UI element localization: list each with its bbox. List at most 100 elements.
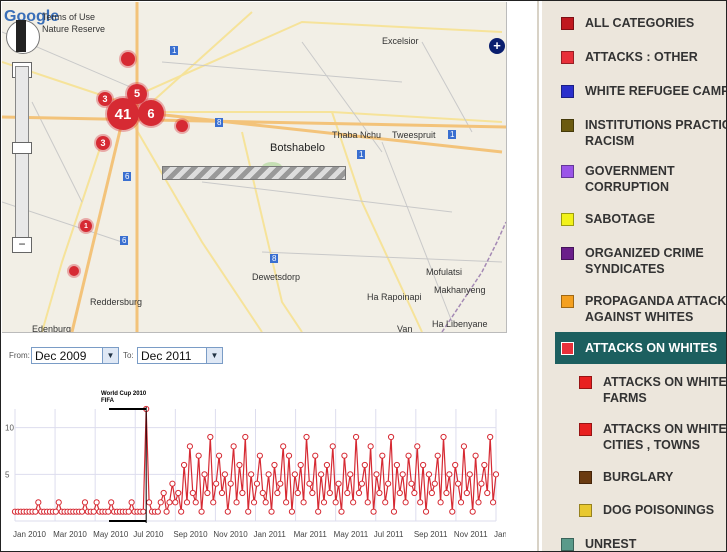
data-point bbox=[414, 443, 421, 450]
category-item[interactable]: ATTACKS : OTHER bbox=[561, 49, 698, 65]
add-map-button[interactable]: + bbox=[489, 38, 505, 54]
date-range-controls: From: Dec 2009 ▼ To: Dec 2011 ▼ bbox=[7, 345, 247, 367]
data-point bbox=[265, 471, 272, 478]
data-point bbox=[393, 461, 400, 469]
category-label: ORGANIZED CRIME SYNDICATES bbox=[585, 246, 704, 276]
data-point bbox=[207, 433, 214, 441]
data-point bbox=[455, 480, 462, 487]
map-view[interactable]: Google Terms of Use Nature Reserve + − +… bbox=[2, 2, 507, 333]
annotation-label: World Cup 2010 bbox=[101, 391, 147, 397]
data-point bbox=[163, 508, 170, 515]
data-point bbox=[373, 471, 380, 478]
data-point bbox=[35, 499, 42, 506]
zoom-slider[interactable] bbox=[15, 66, 29, 246]
route-badge: 1 bbox=[357, 150, 366, 159]
data-point bbox=[224, 508, 231, 515]
data-point bbox=[463, 489, 470, 497]
annotation-label: FIFA bbox=[101, 398, 115, 404]
category-label: PROPAGANDA ATTACKS AGAINST WHITES bbox=[585, 294, 727, 324]
data-point bbox=[189, 489, 196, 497]
category-swatch-icon bbox=[561, 213, 574, 226]
data-point bbox=[166, 499, 173, 506]
data-point bbox=[487, 433, 494, 441]
category-item[interactable]: ATTACKS ON WHITES bbox=[561, 340, 717, 356]
place-label: Van bbox=[397, 324, 413, 333]
place-label: Dewetsdorp bbox=[252, 272, 301, 282]
zoom-out-button[interactable]: − bbox=[12, 237, 32, 253]
data-point bbox=[390, 508, 398, 515]
data-point bbox=[402, 499, 409, 506]
pan-arrows-icon[interactable] bbox=[16, 20, 26, 52]
data-point bbox=[317, 471, 325, 478]
data-point bbox=[358, 480, 366, 487]
category-label: BURGLARY bbox=[603, 470, 674, 484]
to-select[interactable]: Dec 2011 ▼ bbox=[137, 347, 223, 364]
data-point bbox=[248, 471, 255, 478]
category-item[interactable]: BURGLARY bbox=[579, 469, 673, 485]
data-point bbox=[294, 489, 301, 497]
category-item[interactable]: ORGANIZED CRIME SYNDICATES bbox=[561, 245, 704, 277]
category-item[interactable]: GOVERNMENT CORRUPTION bbox=[561, 163, 675, 195]
chevron-down-icon[interactable]: ▼ bbox=[206, 348, 222, 363]
data-point bbox=[452, 461, 459, 469]
data-point bbox=[204, 489, 211, 497]
data-point bbox=[460, 443, 468, 450]
data-point bbox=[312, 452, 319, 459]
data-point bbox=[186, 443, 194, 450]
place-label: Makhanyeng bbox=[434, 285, 486, 295]
data-point bbox=[140, 508, 147, 515]
category-item[interactable]: ALL CATEGORIES bbox=[561, 15, 694, 31]
category-item[interactable]: ATTACKS ON WHITES FARMS bbox=[579, 374, 726, 406]
category-swatch-icon bbox=[561, 247, 574, 260]
chevron-down-icon[interactable]: ▼ bbox=[102, 348, 118, 363]
category-item[interactable]: SABOTAGE bbox=[561, 211, 655, 227]
category-item[interactable]: PROPAGANDA ATTACKS AGAINST WHITES bbox=[561, 293, 727, 325]
data-point bbox=[320, 499, 328, 506]
category-item[interactable]: WHITE REFUGEE CAMPS bbox=[561, 83, 727, 99]
data-point bbox=[481, 461, 488, 469]
category-item[interactable]: DOG POISONINGS bbox=[579, 502, 714, 518]
category-label: WHITE REFUGEE CAMPS bbox=[585, 84, 727, 98]
data-point bbox=[446, 471, 453, 478]
marker-cluster[interactable]: 1 bbox=[80, 220, 92, 232]
data-point bbox=[55, 499, 62, 506]
marker-cluster[interactable]: 3 bbox=[98, 92, 112, 106]
marker-cluster[interactable] bbox=[121, 52, 135, 66]
x-tick-label: Nov 2011 bbox=[454, 530, 488, 539]
data-point bbox=[431, 480, 438, 487]
marker-cluster[interactable] bbox=[176, 120, 188, 132]
category-swatch-icon bbox=[579, 471, 592, 484]
y-tick-label: 5 bbox=[5, 470, 10, 479]
data-point bbox=[198, 508, 205, 515]
terms-of-use-link[interactable]: Terms of Use bbox=[42, 12, 95, 22]
to-label: To: bbox=[123, 351, 134, 360]
data-point bbox=[283, 499, 290, 506]
x-tick-label: Nov 2010 bbox=[213, 530, 248, 539]
data-point bbox=[347, 471, 354, 478]
category-label: DOG POISONINGS bbox=[603, 503, 715, 517]
marker-cluster[interactable] bbox=[69, 266, 79, 276]
category-item[interactable]: UNREST bbox=[561, 536, 636, 551]
from-label: From: bbox=[9, 351, 30, 360]
x-tick-label: Jul 2010 bbox=[133, 530, 164, 539]
from-select[interactable]: Dec 2009 ▼ bbox=[31, 347, 119, 364]
marker-cluster[interactable]: 3 bbox=[96, 136, 110, 150]
marker-cluster[interactable]: 6 bbox=[138, 100, 164, 126]
data-point bbox=[434, 452, 441, 459]
category-item[interactable]: INSTITUTIONS PRACTICING RACISM bbox=[561, 117, 726, 149]
data-point bbox=[108, 499, 115, 506]
data-point bbox=[271, 461, 278, 469]
timeline-chart[interactable]: 5 10 Jan 2010 Mar 2010 May 2010 Jul 2010 Sep 2… bbox=[1, 381, 519, 551]
marker-cluster[interactable]: 41 bbox=[107, 98, 139, 130]
data-point bbox=[250, 499, 258, 506]
data-point bbox=[195, 452, 202, 459]
route-badge: 8 bbox=[215, 118, 224, 127]
data-point bbox=[437, 499, 444, 506]
data-point bbox=[145, 499, 153, 506]
category-item[interactable]: ATTACKS ON WHITES CITIES , TOWNS bbox=[579, 421, 726, 453]
data-point bbox=[352, 433, 360, 441]
data-point bbox=[239, 489, 246, 497]
zoom-slider-handle[interactable] bbox=[12, 142, 32, 154]
category-label: GOVERNMENT CORRUPTION bbox=[585, 164, 675, 194]
data-point bbox=[259, 489, 266, 497]
